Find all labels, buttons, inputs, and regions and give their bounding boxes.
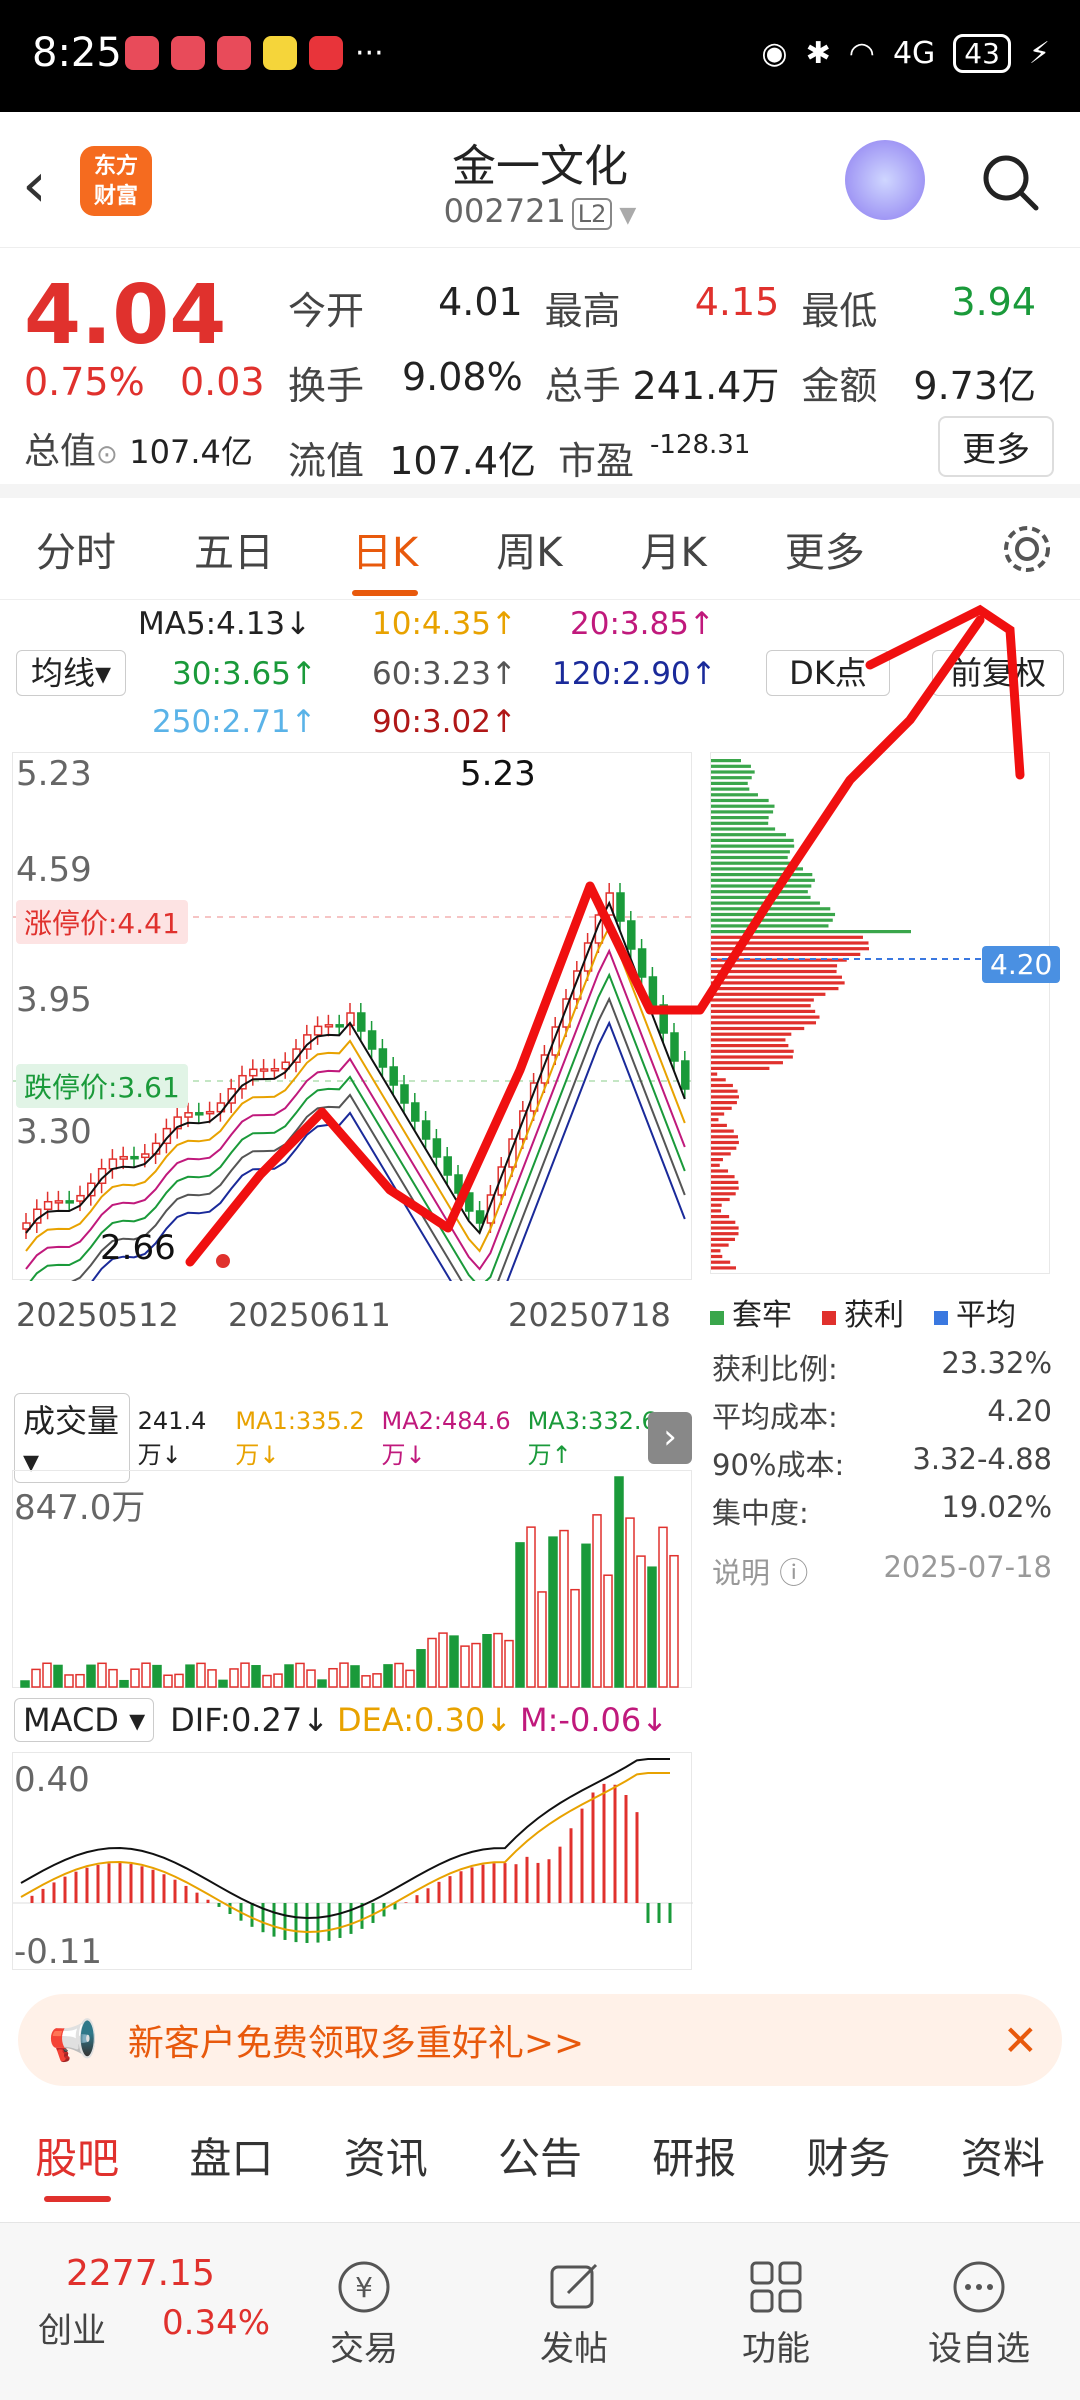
grid-icon	[750, 2261, 802, 2313]
nav-label: 交易	[330, 2329, 398, 2369]
yen-icon: ¥	[338, 2261, 390, 2313]
close-icon[interactable]: ✕	[1003, 2016, 1038, 2065]
nav-label: 发帖	[540, 2329, 608, 2369]
nav-trade[interactable]: ¥ 交易	[330, 2259, 398, 2370]
index-value[interactable]: 2277.15	[66, 2253, 215, 2294]
promo-text: 新客户免费领取多重好礼>>	[127, 2023, 585, 2064]
edit-icon	[550, 2263, 598, 2309]
info-tab-6[interactable]: 资料	[961, 2125, 1045, 2186]
nav-post[interactable]: 发帖	[540, 2259, 608, 2370]
svg-text:¥: ¥	[355, 2271, 373, 2304]
promo-banner[interactable]: 📢 新客户免费领取多重好礼>> ✕	[18, 1994, 1062, 2086]
nav-add-watchlist[interactable]: 设自选	[928, 2259, 1030, 2370]
bottom-nav: 2277.15 创业 0.34% ¥ 交易 发帖 功能 设自选	[0, 2222, 1080, 2400]
info-tab-3[interactable]: 公告	[498, 2125, 582, 2186]
megaphone-icon: 📢	[48, 2017, 98, 2064]
nav-functions[interactable]: 功能	[742, 2259, 810, 2370]
info-tab-1[interactable]: 盘口	[189, 2125, 273, 2186]
info-tab-5[interactable]: 财务	[807, 2125, 891, 2186]
nav-label: 设自选	[928, 2329, 1030, 2369]
info-tab-2[interactable]: 资讯	[344, 2125, 428, 2186]
info-tabs: 股吧 盘口 资讯 公告 研报 财务 资料	[0, 2100, 1080, 2210]
index-name[interactable]: 创业	[38, 2303, 106, 2352]
more-circle-icon	[953, 2261, 1005, 2313]
index-change[interactable]: 0.34%	[162, 2303, 270, 2343]
info-tab-4[interactable]: 研报	[652, 2125, 736, 2186]
info-tab-0[interactable]: 股吧	[35, 2125, 119, 2202]
nav-label: 功能	[742, 2329, 810, 2369]
